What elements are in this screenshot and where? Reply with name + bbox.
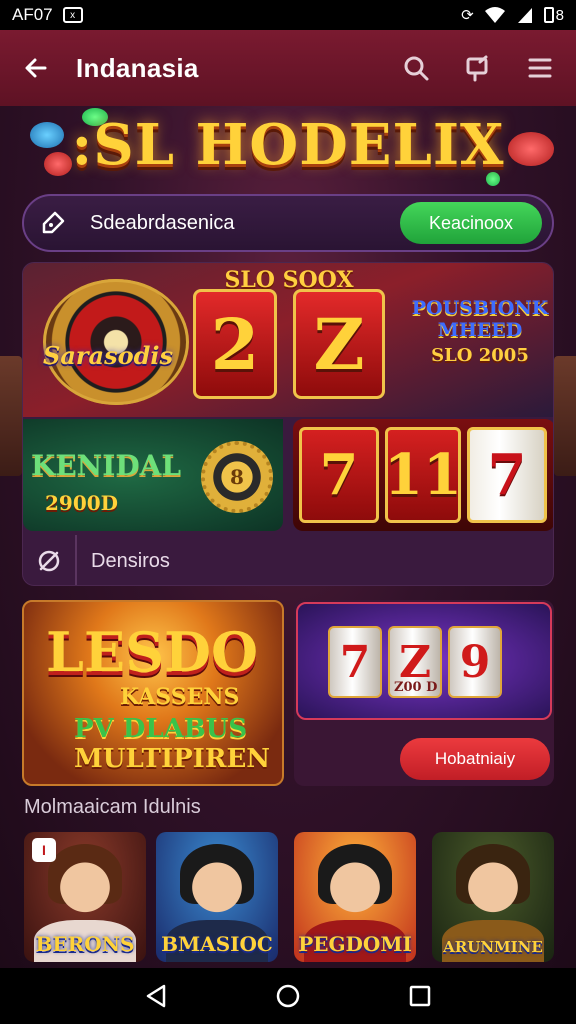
reels-game-card[interactable]: 7 11 7 <box>293 419 553 531</box>
status-time: AF07 <box>12 5 53 24</box>
featured-banner[interactable]: SLO SOOX Sarasodis 2 Z POUSBIONK MHEED S… <box>23 263 553 417</box>
tile-label: BERONS <box>35 932 135 956</box>
search-input[interactable]: Sdeabrdasenica <box>90 212 400 235</box>
search-icon <box>404 56 429 81</box>
system-nav-bar <box>0 968 576 1024</box>
brand-logo: :SL HODELIX <box>71 112 505 178</box>
nav-recents-button[interactable] <box>398 974 442 1018</box>
slot-machine-left-decoration <box>0 356 22 476</box>
promo-card-tagline: PV DLABUS <box>74 714 248 744</box>
tile-label: PEGDOMI <box>298 932 412 956</box>
slot-reel-3: 9 <box>448 626 502 698</box>
slot-reel-d: 11 <box>384 427 462 523</box>
lesdo-promo-card[interactable]: LESDO KASSENS PV DLABUS MULTIPIREN <box>22 600 284 786</box>
character-face <box>324 854 386 928</box>
promo-title: POUSBIONK MHEED <box>411 297 549 341</box>
character-face <box>54 854 116 928</box>
game-tile[interactable]: I BERONS <box>24 832 146 962</box>
slot-reel-1: 7 <box>328 626 382 698</box>
kenidal-game-card[interactable]: KENIDAL 2900D 8 <box>23 419 283 531</box>
app-bar: Indanasia <box>0 30 576 106</box>
hamburger-menu-icon <box>528 58 552 78</box>
game-tile[interactable]: ARUNMINE <box>432 832 554 962</box>
featured-games-panel: SLO SOOX Sarasodis 2 Z POUSBIONK MHEED S… <box>22 262 554 586</box>
notification-glyph: x <box>70 9 76 21</box>
circle-home-icon <box>276 984 300 1008</box>
back-button[interactable] <box>18 50 54 86</box>
search-field-icon-wrap <box>38 208 68 238</box>
character-face <box>186 854 248 928</box>
play-slot-button[interactable]: Hobatniaiy <box>400 738 550 780</box>
gear-symbol: 8 <box>230 465 244 489</box>
nav-home-button[interactable] <box>266 974 310 1018</box>
promo-card-subtitle: KASSENS <box>120 684 240 710</box>
footer-label: Densiros <box>91 549 170 572</box>
back-arrow-icon <box>25 58 47 78</box>
slot-game-screen[interactable]: 7 Z 9 Z00 D <box>296 602 552 720</box>
triangle-back-icon <box>146 984 166 1008</box>
battery-level: 8 <box>555 6 564 24</box>
page-title: Indanasia <box>76 52 199 83</box>
nav-back-button[interactable] <box>134 974 178 1018</box>
search-bar[interactable]: Sdeabrdasenica Keacinoox <box>22 194 554 252</box>
game-tile[interactable]: BMASIOC <box>156 832 278 962</box>
share-button[interactable] <box>460 50 496 86</box>
roulette-label: Sarasodis <box>43 341 174 370</box>
character-face <box>462 854 524 928</box>
slot-reel-c: 7 <box>299 427 379 523</box>
search-submit-button[interactable]: Keacinoox <box>400 202 542 244</box>
status-bar: AF07 x ⟳ 8 <box>0 0 576 30</box>
menu-button[interactable] <box>522 50 558 86</box>
slot-game-card: 7 Z 9 Z00 D Hobatniaiy <box>294 600 554 786</box>
gear-icon: 8 <box>201 441 273 513</box>
kenidal-title: KENIDAL <box>31 449 182 482</box>
slot-caption: Z00 D <box>394 680 438 695</box>
game-tile[interactable]: PEGDOMI <box>294 832 416 962</box>
footer-icon-wrap <box>23 535 77 585</box>
slot-reel-e: 7 <box>467 427 547 523</box>
square-recents-icon <box>409 985 431 1007</box>
tag-icon <box>42 211 65 234</box>
battery-icon: 8 <box>543 6 564 24</box>
nfc-icon: ⟳ <box>461 7 474 24</box>
slot-reel-b: Z <box>293 289 385 399</box>
promo-card-multiplier: MULTIPIREN <box>74 744 271 774</box>
tile-label: BMASIOC <box>161 932 273 956</box>
slot-reel-a: 2 <box>193 289 277 399</box>
share-screen-icon <box>466 55 488 82</box>
casino-app-screen: AF07 x ⟳ 8 Indanasia:SL HODELIX Sdeabrd… <box>0 0 576 1024</box>
promo-badge: POUSBIONK MHEED SLO 2005 <box>405 297 553 367</box>
promo-card-title: LESDO <box>46 620 258 684</box>
kenidal-amount: 2900D <box>45 491 119 515</box>
signal-icon <box>517 8 532 23</box>
search-button[interactable] <box>398 50 434 86</box>
slot-machine-right-decoration <box>554 356 576 476</box>
wifi-icon <box>484 7 505 23</box>
panel-footer[interactable]: Densiros <box>23 535 553 585</box>
promo-amount: SLO 2005 <box>431 345 529 366</box>
tile-badge: I <box>32 838 56 862</box>
notification-icon: x <box>62 7 83 23</box>
section-title: Molmaaicam Idulnis <box>24 796 201 818</box>
dice-off-icon <box>38 550 60 572</box>
tile-label: ARUNMINE <box>443 938 543 956</box>
